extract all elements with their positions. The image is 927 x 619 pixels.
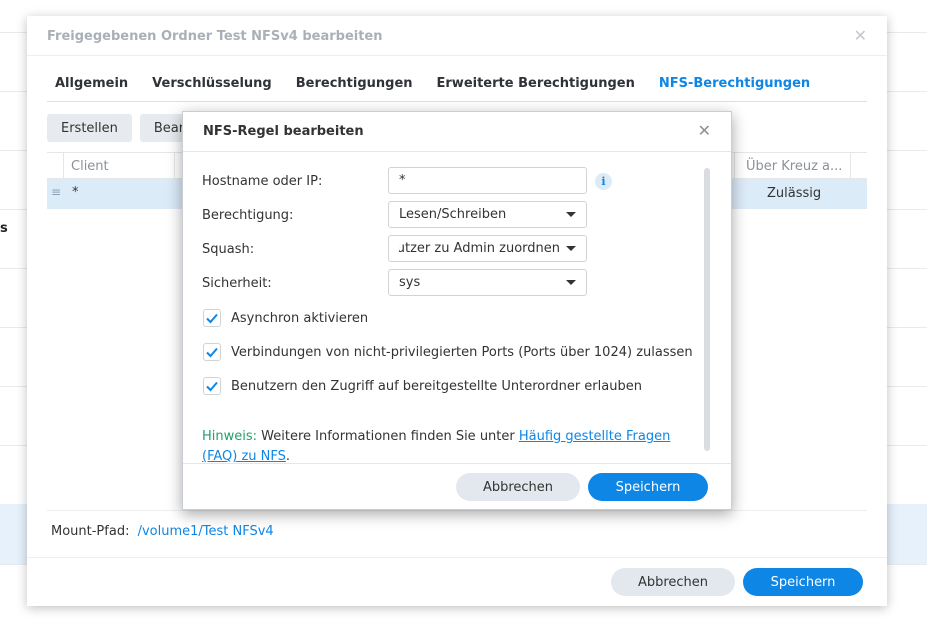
cancel-button[interactable]: Abbrechen	[456, 473, 580, 501]
hostname-input[interactable]: *	[388, 167, 587, 194]
drag-handle-icon[interactable]: ≡	[51, 185, 61, 199]
dialog-title: Freigegebenen Ordner Test NFSv4 bearbeit…	[47, 29, 383, 44]
column-separator	[850, 153, 851, 179]
hostname-label: Hostname oder IP:	[202, 174, 323, 189]
bg-edge-text: s	[0, 221, 8, 236]
column-header-client[interactable]: Client	[71, 159, 109, 174]
close-icon[interactable]: ✕	[854, 26, 867, 45]
divider	[183, 463, 731, 464]
security-select[interactable]: sys	[388, 269, 587, 296]
checkbox[interactable]	[203, 309, 221, 327]
mount-path-label: Mount-Pfad:	[51, 524, 130, 539]
row-client: *	[72, 185, 79, 200]
security-value: sys	[399, 275, 421, 290]
dialog-title: NFS-Regel bearbeiten	[203, 124, 364, 139]
permission-select[interactable]: Lesen/Schreiben	[388, 201, 587, 228]
async-checkbox[interactable]: Asynchron aktivieren	[203, 309, 368, 327]
checkmark-icon	[206, 313, 218, 324]
tab-permissions[interactable]: Berechtigungen	[296, 76, 413, 91]
hint-end: .	[285, 449, 291, 464]
scrollbar[interactable]	[704, 168, 710, 451]
hint-text: Hinweis: Weitere Informationen finden Si…	[202, 427, 692, 467]
tab-general[interactable]: Allgemein	[55, 76, 128, 91]
mount-path-link[interactable]: /volume1/Test NFSv4	[138, 524, 274, 539]
tab-encryption[interactable]: Verschlüsselung	[152, 76, 272, 91]
column-separator	[734, 153, 735, 179]
column-separator	[174, 153, 175, 179]
chevron-down-icon	[566, 212, 576, 217]
tab-nfs-permissions[interactable]: NFS-Berechtigungen	[659, 76, 810, 91]
subfolder-access-checkbox[interactable]: Benutzern den Zugriff auf bereitgestellt…	[203, 377, 642, 395]
squash-select[interactable]: Alle Benutzer zu Admin zuordnen	[388, 235, 587, 262]
chevron-down-icon	[566, 280, 576, 285]
column-header-cross-mount[interactable]: Über Kreuz a...	[746, 159, 842, 174]
checkbox-label: Asynchron aktivieren	[231, 310, 369, 326]
save-button[interactable]: Speichern	[743, 568, 863, 596]
checkmark-icon	[206, 381, 218, 392]
checkmark-icon	[206, 347, 218, 358]
save-button[interactable]: Speichern	[588, 473, 708, 501]
tab-bar: Allgemein Verschlüsselung Berechtigungen…	[55, 76, 834, 91]
cancel-button[interactable]: Abbrechen	[611, 568, 735, 596]
hint-body: Weitere Informationen finden Sie unter	[257, 429, 519, 444]
permission-value: Lesen/Schreiben	[399, 207, 507, 222]
divider	[47, 101, 867, 102]
checkbox[interactable]	[203, 343, 221, 361]
divider	[27, 55, 887, 56]
squash-label: Squash:	[202, 242, 255, 257]
checkbox-label: Benutzern den Zugriff auf bereitgestellt…	[231, 378, 642, 394]
info-icon[interactable]: i	[595, 173, 612, 190]
squash-value: Alle Benutzer zu Admin zuordnen	[399, 241, 560, 256]
edit-nfs-rule-dialog: NFS-Regel bearbeiten ✕ Hostname oder IP:…	[182, 111, 732, 510]
mount-path: Mount-Pfad: /volume1/Test NFSv4	[51, 524, 274, 539]
divider	[27, 557, 887, 558]
chevron-down-icon	[566, 246, 576, 251]
close-icon[interactable]: ✕	[698, 121, 711, 140]
divider	[183, 151, 731, 152]
hint-key: Hinweis:	[202, 429, 258, 444]
permission-label: Berechtigung:	[202, 208, 294, 223]
checkbox[interactable]	[203, 377, 221, 395]
divider	[47, 510, 867, 511]
checkbox-label: Verbindungen von nicht-privilegierten Po…	[231, 344, 693, 360]
security-label: Sicherheit:	[202, 276, 272, 291]
column-separator	[63, 153, 64, 179]
create-button[interactable]: Erstellen	[47, 114, 132, 142]
nonpriv-ports-checkbox[interactable]: Verbindungen von nicht-privilegierten Po…	[203, 343, 693, 361]
row-cross-mount: Zulässig	[767, 186, 822, 201]
tab-advanced-permissions[interactable]: Erweiterte Berechtigungen	[437, 76, 635, 91]
